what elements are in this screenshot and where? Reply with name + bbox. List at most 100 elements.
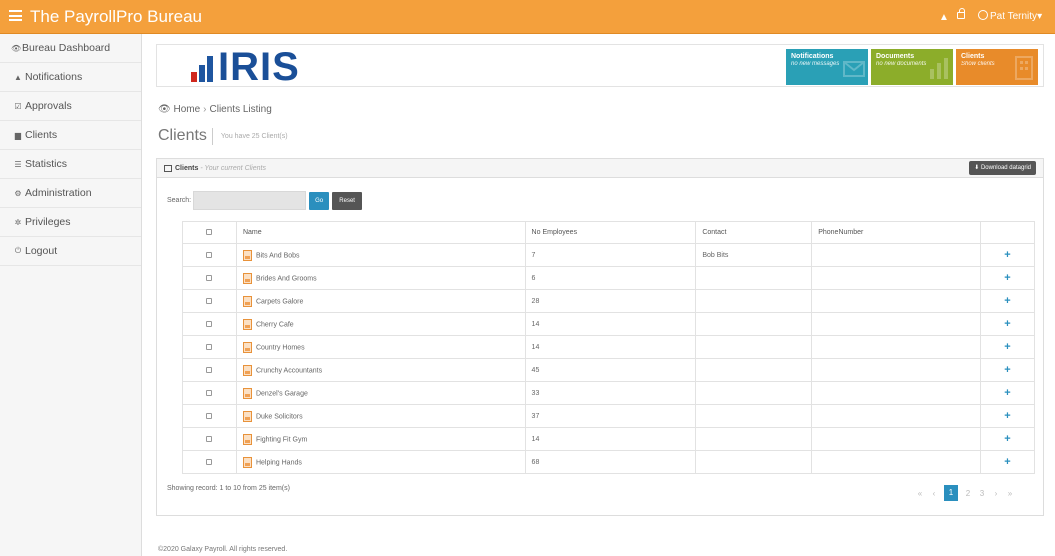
client-name-cell: Cherry Cafe (235, 312, 526, 336)
column-header-phone[interactable]: PhoneNumber (811, 221, 982, 244)
table-row[interactable]: Bits And Bobs 7 Bob Bits + (182, 243, 1035, 267)
expand-plus-icon[interactable]: + (1004, 364, 1010, 376)
user-menu[interactable]: Pat Ternity▾ (978, 10, 1042, 22)
client-name[interactable]: Crunchy Accountants (256, 367, 322, 374)
sidebar-item-label: Logout (25, 245, 58, 257)
row-checkbox-cell (182, 335, 237, 359)
app-title[interactable]: The PayrollPro Bureau (30, 7, 202, 27)
sidebar-item-bureau-dashboard[interactable]: 👁 Bureau Dashboard (0, 34, 141, 63)
row-checkbox[interactable] (206, 251, 213, 258)
sidebar-item-clients[interactable]: ▆ Clients (0, 121, 141, 150)
table-row[interactable]: Brides And Grooms 6 + (182, 266, 1035, 290)
page-button-2[interactable]: 2 (961, 489, 975, 498)
row-checkbox[interactable] (206, 389, 213, 396)
bell-icon[interactable]: ▲ (939, 12, 949, 23)
row-checkbox-cell (182, 358, 237, 382)
panel-header: Clients - Your current Clients ⬇ Downloa… (157, 159, 1043, 178)
table-row[interactable]: Fighting Fit Gym 14 + (182, 427, 1035, 451)
bell-icon: ▲ (14, 72, 22, 82)
prev-page-button[interactable]: ‹ (927, 489, 941, 498)
gears-icon: ⚙ (14, 188, 22, 198)
reset-button[interactable]: Reset (332, 191, 363, 210)
database-icon: ☰ (14, 159, 22, 169)
table-row[interactable]: Cherry Cafe 14 + (182, 312, 1035, 336)
next-page-button[interactable]: › (989, 489, 1003, 498)
first-page-button[interactable]: « (913, 489, 927, 498)
search-input[interactable] (193, 191, 307, 210)
page-button-3[interactable]: 3 (975, 489, 989, 498)
table-row[interactable]: Helping Hands 68 + (182, 450, 1035, 474)
go-button[interactable]: Go (309, 191, 330, 210)
last-page-button[interactable]: » (1003, 489, 1017, 498)
client-name[interactable]: Helping Hands (256, 459, 302, 466)
row-checkbox[interactable] (206, 366, 213, 373)
column-header-name[interactable]: Name (235, 221, 526, 244)
table-header-row: Name No Employees Contact PhoneNumber (182, 221, 1035, 244)
table-row[interactable]: Country Homes 14 + (182, 335, 1035, 359)
client-name[interactable]: Bits And Bobs (256, 252, 300, 259)
client-name[interactable]: Duke Solicitors (256, 413, 303, 420)
row-checkbox[interactable] (206, 320, 213, 327)
sidebar-item-logout[interactable]: ⏻ Logout (0, 237, 141, 266)
download-datagrid-button[interactable]: ⬇ Download datagrid (969, 161, 1036, 175)
actions-cell: + (980, 381, 1035, 405)
sidebar-item-notifications[interactable]: ▲ Notifications (0, 63, 141, 92)
document-icon (242, 318, 252, 330)
hamburger-menu-icon[interactable] (9, 10, 22, 21)
documents-tile[interactable]: Documents no new documents (871, 49, 953, 85)
expand-plus-icon[interactable]: + (1004, 318, 1010, 330)
client-name[interactable]: Denzel's Garage (256, 390, 308, 397)
notifications-tile[interactable]: Notifications no new messages (786, 49, 868, 85)
row-checkbox[interactable] (206, 458, 213, 465)
document-icon (242, 456, 252, 468)
breadcrumb-home[interactable]: Home (173, 104, 200, 115)
expand-plus-icon[interactable]: + (1004, 272, 1010, 284)
column-header-contact[interactable]: Contact (695, 221, 813, 244)
sidebar-item-administration[interactable]: ⚙ Administration (0, 179, 141, 208)
client-name[interactable]: Cherry Cafe (256, 321, 294, 328)
client-name[interactable]: Fighting Fit Gym (256, 436, 307, 443)
expand-plus-icon[interactable]: + (1004, 295, 1010, 307)
main-content: IRIS Notifications no new messages Docum… (142, 34, 1055, 556)
chevron-down-icon: ▾ (1037, 11, 1043, 22)
lock-icon[interactable] (957, 8, 965, 19)
column-header-employees[interactable]: No Employees (524, 221, 697, 244)
client-name[interactable]: Country Homes (256, 344, 305, 351)
client-name[interactable]: Carpets Galore (256, 298, 303, 305)
clients-table: Name No Employees Contact PhoneNumber Bi… (182, 221, 1035, 474)
sidebar-item-privileges[interactable]: ✲ Privileges (0, 208, 141, 237)
expand-plus-icon[interactable]: + (1004, 456, 1010, 468)
expand-plus-icon[interactable]: + (1004, 387, 1010, 399)
sidebar-item-statistics[interactable]: ☰ Statistics (0, 150, 141, 179)
table-row[interactable]: Crunchy Accountants 45 + (182, 358, 1035, 382)
row-checkbox-cell (182, 289, 237, 313)
row-checkbox[interactable] (206, 274, 213, 281)
iris-logo: IRIS (191, 47, 300, 87)
building-icon: ▆ (14, 130, 22, 140)
table-row[interactable]: Denzel's Garage 33 + (182, 381, 1035, 405)
phone-cell (811, 404, 982, 428)
row-checkbox[interactable] (206, 412, 213, 419)
document-icon (242, 249, 252, 261)
document-icon (242, 387, 252, 399)
clients-tile[interactable]: Clients Show clients (956, 49, 1038, 85)
page-title: Clients (158, 127, 207, 144)
select-all-checkbox[interactable] (206, 229, 213, 236)
document-icon (242, 410, 252, 422)
row-checkbox[interactable] (206, 435, 213, 442)
table-row[interactable]: Carpets Galore 28 + (182, 289, 1035, 313)
sidebar-item-approvals[interactable]: ☑ Approvals (0, 92, 141, 121)
row-checkbox[interactable] (206, 297, 213, 304)
table-row[interactable]: Duke Solicitors 37 + (182, 404, 1035, 428)
expand-plus-icon[interactable]: + (1004, 249, 1010, 261)
expand-plus-icon[interactable]: + (1004, 410, 1010, 422)
page-button-1[interactable]: 1 (944, 485, 958, 501)
client-name[interactable]: Brides And Grooms (256, 275, 317, 282)
actions-cell: + (980, 312, 1035, 336)
contact-cell (695, 335, 813, 359)
expand-plus-icon[interactable]: + (1004, 341, 1010, 353)
row-checkbox[interactable] (206, 343, 213, 350)
document-icon (242, 295, 252, 307)
employees-cell: 14 (524, 312, 697, 336)
expand-plus-icon[interactable]: + (1004, 433, 1010, 445)
